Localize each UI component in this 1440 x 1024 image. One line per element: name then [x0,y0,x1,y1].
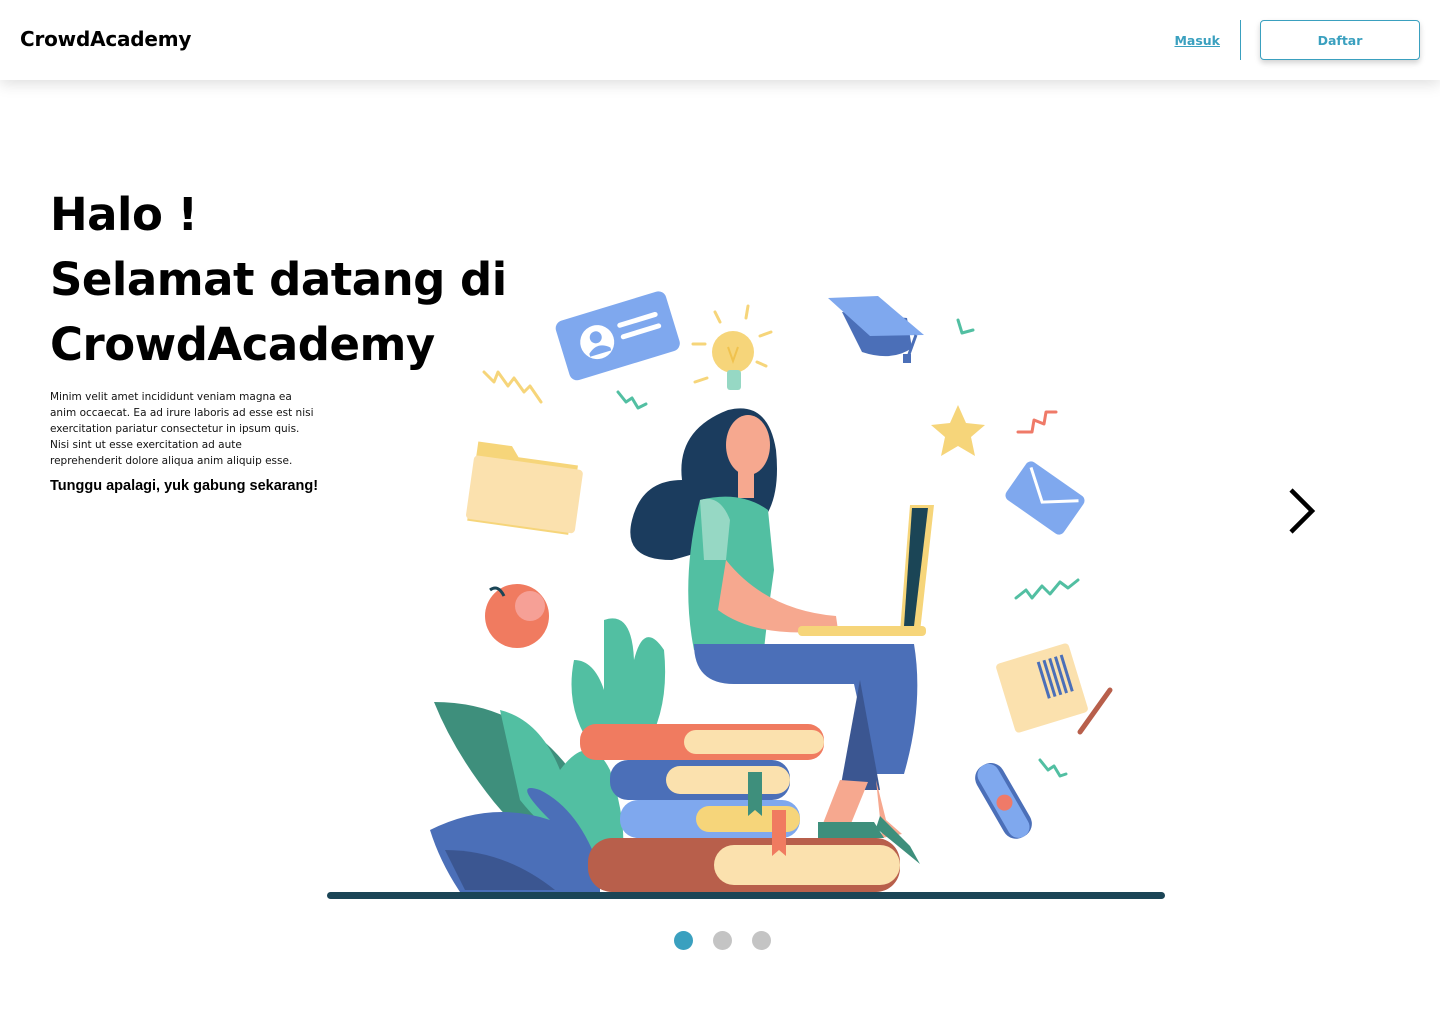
nav-actions: Masuk Daftar [1174,20,1420,60]
carousel-dot-3[interactable] [752,931,771,950]
id-card-icon [555,291,680,381]
login-link[interactable]: Masuk [1174,33,1220,48]
carousel-indicators [674,931,791,950]
hero-cta-text: Tunggu apalagi, yuk gabung sekarang! [50,478,319,494]
envelope-icon [1005,461,1085,535]
register-button[interactable]: Daftar [1260,20,1420,60]
carousel-dot-2[interactable] [713,931,732,950]
graduation-cap-icon [828,296,924,363]
diploma-icon [975,762,1032,839]
apple-icon [485,584,549,648]
carousel-dot-1[interactable] [674,931,693,950]
hero-title-line-1: Halo ! [50,188,198,241]
nav-divider [1240,20,1241,60]
ground-line [327,892,1165,899]
zigzag-decoration [482,318,1080,778]
hero-section: Halo ! Selamat datang di CrowdAcademy Mi… [50,182,520,494]
lightbulb-icon [691,304,773,390]
hero-description: Minim velit amet incididunt veniam magna… [50,391,314,467]
star-icon [931,405,985,456]
hero-title-line-2: Selamat datang di [50,253,507,306]
document-icon [996,643,1088,733]
hero-title-line-3: CrowdAcademy [50,318,435,371]
navbar: CrowdAcademy Masuk Daftar [0,0,1440,80]
brand-logo[interactable]: CrowdAcademy [20,27,191,51]
chevron-right-icon[interactable] [1282,484,1322,538]
hero-title: Halo ! Selamat datang di CrowdAcademy [50,182,520,377]
